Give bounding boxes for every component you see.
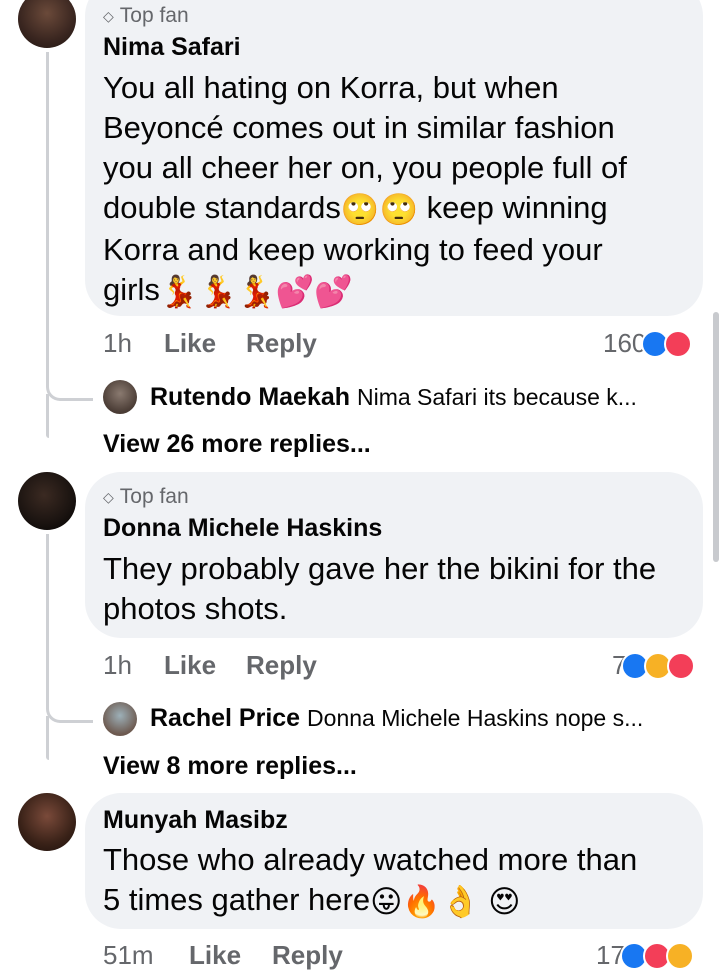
- haha-icon: [665, 941, 694, 970]
- view-more-connector: [46, 394, 49, 438]
- comment-text: Those who already watched more than 5 ti…: [103, 840, 693, 922]
- timestamp[interactable]: 1h: [103, 650, 132, 681]
- avatar[interactable]: [18, 793, 76, 851]
- love-icon: [667, 651, 696, 680]
- view-more-replies[interactable]: View 26 more replies...: [103, 430, 371, 459]
- badge-label: Top fan: [119, 4, 189, 27]
- avatar[interactable]: [18, 472, 76, 530]
- like-button[interactable]: Like: [164, 328, 216, 359]
- timestamp[interactable]: 51m: [103, 940, 154, 971]
- reply-connector: [46, 370, 93, 401]
- avatar[interactable]: [18, 0, 76, 48]
- comment-text: They probably gave her the bikini for th…: [103, 551, 657, 626]
- diamond-icon: ◇: [103, 488, 114, 505]
- reaction-summary[interactable]: 7: [612, 650, 696, 681]
- reply-preview[interactable]: Rutendo Maekah Nima Safari its because k…: [150, 383, 637, 412]
- diamond-icon: ◇: [103, 7, 114, 24]
- reply-avatar[interactable]: [103, 702, 137, 736]
- like-button[interactable]: Like: [164, 650, 216, 681]
- view-more-connector: [46, 716, 49, 760]
- comment-author[interactable]: Nima Safari: [103, 33, 241, 62]
- love-icon: [664, 329, 693, 358]
- top-fan-badge: ◇ Top fan: [103, 485, 189, 509]
- reply-author[interactable]: Rutendo Maekah: [150, 383, 350, 411]
- reply-author[interactable]: Rachel Price: [150, 704, 300, 732]
- scrollbar[interactable]: [713, 312, 719, 562]
- badge-label: Top fan: [119, 485, 189, 508]
- emoji-group: 😛🔥👌 😍: [370, 883, 521, 919]
- top-fan-badge: ◇ Top fan: [103, 4, 189, 28]
- timestamp[interactable]: 1h: [103, 328, 132, 359]
- reaction-count: 160: [603, 328, 647, 358]
- thread-line: [46, 534, 49, 704]
- reaction-summary[interactable]: 160: [603, 328, 693, 359]
- thread-line: [46, 52, 49, 382]
- reaction-summary[interactable]: 17: [596, 940, 694, 971]
- dancer-hearts-emoji: 💃💃💃💕💕: [159, 273, 353, 309]
- reply-connector: [46, 692, 93, 723]
- reply-preview[interactable]: Rachel Price Donna Michele Haskins nope …: [150, 704, 643, 733]
- reply-button[interactable]: Reply: [272, 940, 343, 971]
- comment-text: You all hating on Korra, but when Beyonc…: [103, 68, 693, 312]
- reply-button[interactable]: Reply: [246, 328, 317, 359]
- reply-text: Donna Michele Haskins nope s...: [307, 705, 644, 731]
- rolling-eyes-emoji: 🙄🙄: [340, 191, 419, 227]
- comment-author[interactable]: Donna Michele Haskins: [103, 514, 382, 543]
- reply-text: Nima Safari its because k...: [356, 384, 637, 410]
- like-button[interactable]: Like: [189, 940, 241, 971]
- reply-button[interactable]: Reply: [246, 650, 317, 681]
- view-more-replies[interactable]: View 8 more replies...: [103, 752, 357, 781]
- comment-author[interactable]: Munyah Masibz: [103, 806, 288, 835]
- reply-avatar[interactable]: [103, 380, 137, 414]
